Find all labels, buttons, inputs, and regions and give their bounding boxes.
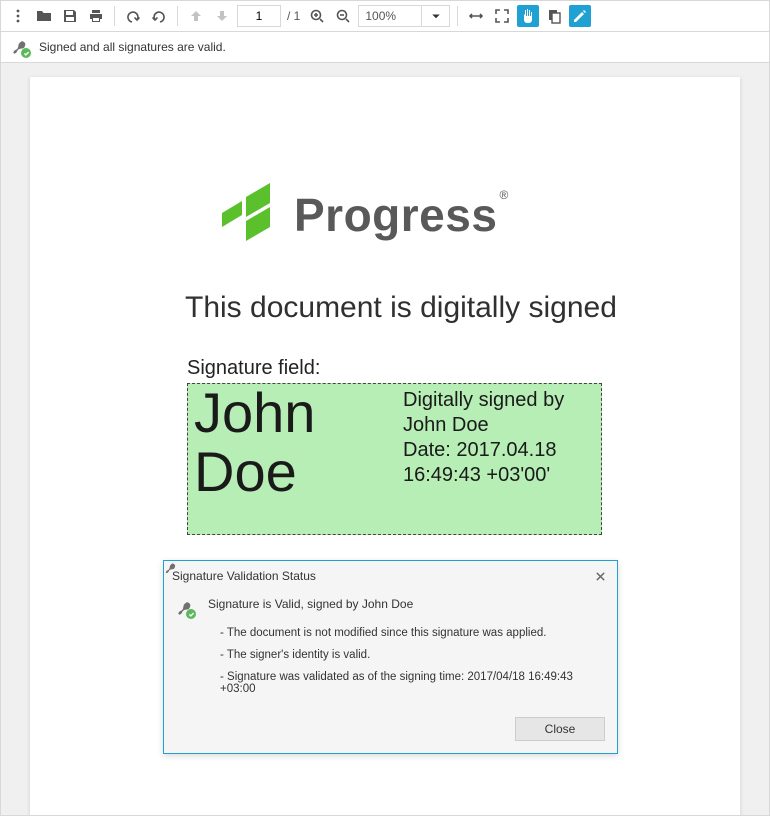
highlight-tool-button[interactable]	[569, 5, 591, 27]
signature-detail-signer: Digitally signed by John Doe	[403, 388, 599, 438]
zoom-select[interactable]: 100%	[358, 5, 450, 27]
signature-valid-icon	[11, 38, 29, 56]
separator	[457, 6, 458, 26]
pen-icon	[164, 561, 617, 753]
page-number-input[interactable]	[237, 5, 281, 27]
document-viewport[interactable]: Progress® This document is digitally sig…	[1, 63, 769, 815]
print-icon[interactable]	[85, 5, 107, 27]
toolbar: / 1 100%	[1, 1, 769, 32]
zoom-value-label: 100%	[359, 9, 421, 23]
fit-width-icon[interactable]	[465, 5, 487, 27]
chevron-down-icon[interactable]	[421, 6, 449, 26]
signature-status-text: Signed and all signatures are valid.	[39, 40, 226, 54]
zoom-out-icon[interactable]	[332, 5, 354, 27]
signature-valid-icon	[176, 599, 194, 617]
separator	[114, 6, 115, 26]
arrow-down-icon[interactable]	[211, 5, 233, 27]
page-total-label: / 1	[287, 9, 300, 23]
document-page: Progress® This document is digitally sig…	[30, 77, 740, 815]
menu-more-icon[interactable]	[7, 5, 29, 27]
signature-status-bar: Signed and all signatures are valid.	[1, 32, 769, 63]
brand-logo-block: Progress®	[216, 183, 508, 247]
separator	[177, 6, 178, 26]
document-headline: This document is digitally signed	[185, 291, 617, 325]
signature-detail-date: Date: 2017.04.18 16:49:43 +03'00'	[403, 438, 599, 488]
fit-page-icon[interactable]	[491, 5, 513, 27]
progress-logo-icon	[216, 183, 280, 247]
redo-icon[interactable]	[148, 5, 170, 27]
signer-name: John Doe	[194, 384, 395, 502]
registered-mark: ®	[499, 188, 508, 202]
signature-field-label: Signature field:	[187, 357, 320, 380]
signature-field[interactable]: John Doe Digitally signed by John Doe Da…	[187, 383, 602, 535]
open-folder-icon[interactable]	[33, 5, 55, 27]
brand-name-text: Progress	[294, 189, 497, 241]
zoom-in-icon[interactable]	[306, 5, 328, 27]
signature-validation-dialog: Signature Validation Status Signature is…	[163, 560, 618, 754]
undo-icon[interactable]	[122, 5, 144, 27]
arrow-up-icon[interactable]	[185, 5, 207, 27]
copy-icon[interactable]	[543, 5, 565, 27]
pan-tool-button[interactable]	[517, 5, 539, 27]
save-icon[interactable]	[59, 5, 81, 27]
